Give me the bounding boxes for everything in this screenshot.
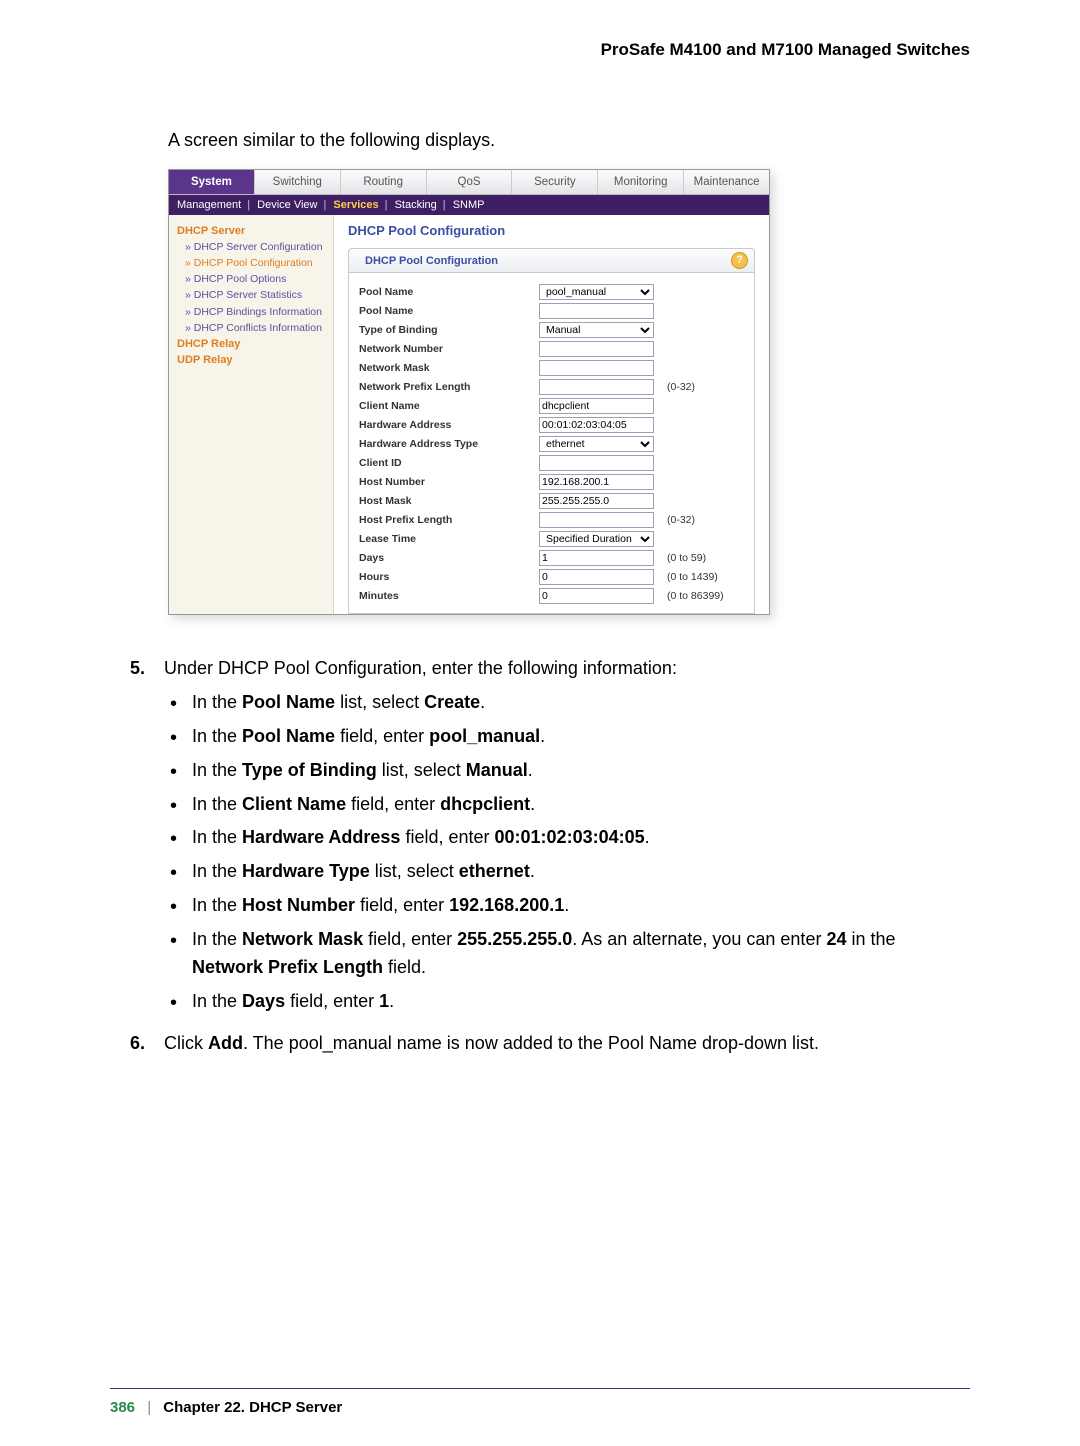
tab-routing[interactable]: Routing	[341, 170, 427, 194]
step-5-lead: Under DHCP Pool Configuration, enter the…	[164, 658, 677, 678]
note-days: (0 to 59)	[667, 552, 706, 564]
lbl-pool-name: Pool Name	[359, 286, 539, 298]
footer: 386 | Chapter 22. DHCP Server	[110, 1399, 970, 1416]
in-pool-name[interactable]	[539, 303, 654, 319]
subnav-device-view[interactable]: Device View	[257, 199, 317, 211]
bullet-8: In the Network Mask field, enter 255.255…	[164, 926, 970, 982]
sub-nav: Management| Device View| Services| Stack…	[169, 195, 769, 215]
page-number: 386	[110, 1399, 135, 1416]
bullet-9: In the Days field, enter 1.	[164, 988, 970, 1016]
note-host-pfx: (0-32)	[667, 514, 695, 526]
side-sec-dhcp-relay[interactable]: DHCP Relay	[177, 338, 327, 350]
bullet-2: In the Pool Name field, enter pool_manua…	[164, 723, 970, 751]
bullet-1: In the Pool Name list, select Create.	[164, 689, 970, 717]
subnav-snmp[interactable]: SNMP	[453, 199, 485, 211]
in-host-mask[interactable]	[539, 493, 654, 509]
subnav-services[interactable]: Services	[333, 199, 378, 211]
in-days[interactable]	[539, 550, 654, 566]
lbl-binding: Type of Binding	[359, 324, 539, 336]
side-link-bindings[interactable]: » DHCP Bindings Information	[185, 306, 327, 319]
lbl-net-mask: Network Mask	[359, 362, 539, 374]
in-hours[interactable]	[539, 569, 654, 585]
lbl-mins: Minutes	[359, 590, 539, 602]
side-link-pool-config[interactable]: » DHCP Pool Configuration	[185, 257, 327, 270]
note-mins: (0 to 86399)	[667, 590, 724, 602]
note-hours: (0 to 1439)	[667, 571, 718, 583]
lbl-hw-type: Hardware Address Type	[359, 438, 539, 450]
in-client-id[interactable]	[539, 455, 654, 471]
panel-header: DHCP Pool Configuration ?	[348, 248, 755, 273]
intro-text: A screen similar to the following displa…	[168, 130, 970, 151]
screenshot-panel: System Switching Routing QoS Security Mo…	[168, 169, 770, 615]
sel-hw-type[interactable]: ethernet	[539, 436, 654, 452]
tab-switching[interactable]: Switching	[255, 170, 341, 194]
in-client-name[interactable]	[539, 398, 654, 414]
instructions: 5. Under DHCP Pool Configuration, enter …	[130, 655, 970, 1058]
step-6: 6. Click Add. The pool_manual name is no…	[130, 1030, 970, 1058]
lbl-host-num: Host Number	[359, 476, 539, 488]
subnav-management[interactable]: Management	[177, 199, 241, 211]
bullet-5: In the Hardware Address field, enter 00:…	[164, 824, 970, 852]
side-sec-udp-relay[interactable]: UDP Relay	[177, 354, 327, 366]
lbl-lease: Lease Time	[359, 533, 539, 545]
content-area: DHCP Pool Configuration DHCP Pool Config…	[334, 215, 769, 614]
panel-title: DHCP Pool Configuration	[355, 255, 731, 267]
tab-monitoring[interactable]: Monitoring	[598, 170, 684, 194]
help-icon[interactable]: ?	[731, 252, 748, 269]
in-host-pfx[interactable]	[539, 512, 654, 528]
sel-pool-name[interactable]: pool_manual	[539, 284, 654, 300]
chapter-label: Chapter 22. DHCP Server	[163, 1399, 342, 1416]
tab-maintenance[interactable]: Maintenance	[684, 170, 769, 194]
lbl-client-id: Client ID	[359, 457, 539, 469]
in-net-pfx[interactable]	[539, 379, 654, 395]
lbl-host-mask: Host Mask	[359, 495, 539, 507]
side-link-server-config[interactable]: » DHCP Server Configuration	[185, 241, 327, 254]
doc-title: ProSafe M4100 and M7100 Managed Switches	[110, 40, 970, 60]
tab-system[interactable]: System	[169, 170, 255, 194]
in-host-num[interactable]	[539, 474, 654, 490]
sel-lease[interactable]: Specified Duration	[539, 531, 654, 547]
footer-rule	[110, 1388, 970, 1389]
note-net-pfx: (0-32)	[667, 381, 695, 393]
bullet-6: In the Hardware Type list, select ethern…	[164, 858, 970, 886]
tab-security[interactable]: Security	[512, 170, 598, 194]
in-net-mask[interactable]	[539, 360, 654, 376]
lbl-pool-name2: Pool Name	[359, 305, 539, 317]
step-5-num: 5.	[130, 655, 164, 1022]
in-mins[interactable]	[539, 588, 654, 604]
footer-sep: |	[147, 1399, 151, 1416]
step-6-num: 6.	[130, 1030, 164, 1058]
lbl-hw-addr: Hardware Address	[359, 419, 539, 431]
sidebar: DHCP Server » DHCP Server Configuration …	[169, 215, 334, 614]
step-5: 5. Under DHCP Pool Configuration, enter …	[130, 655, 970, 1022]
tab-qos[interactable]: QoS	[427, 170, 513, 194]
side-sec-dhcp-server[interactable]: DHCP Server	[177, 225, 327, 237]
lbl-host-pfx: Host Prefix Length	[359, 514, 539, 526]
side-link-conflicts[interactable]: » DHCP Conflicts Information	[185, 322, 327, 335]
lbl-hours: Hours	[359, 571, 539, 583]
subnav-stacking[interactable]: Stacking	[395, 199, 437, 211]
sel-binding[interactable]: Manual	[539, 322, 654, 338]
bullet-4: In the Client Name field, enter dhcpclie…	[164, 791, 970, 819]
in-net-num[interactable]	[539, 341, 654, 357]
lbl-net-pfx: Network Prefix Length	[359, 381, 539, 393]
lbl-net-num: Network Number	[359, 343, 539, 355]
top-tabs: System Switching Routing QoS Security Mo…	[169, 170, 769, 195]
lbl-client-name: Client Name	[359, 400, 539, 412]
bullet-7: In the Host Number field, enter 192.168.…	[164, 892, 970, 920]
bullet-3: In the Type of Binding list, select Manu…	[164, 757, 970, 785]
content-title: DHCP Pool Configuration	[348, 223, 755, 238]
side-link-server-stats[interactable]: » DHCP Server Statistics	[185, 289, 327, 302]
lbl-days: Days	[359, 552, 539, 564]
panel-body: Pool Namepool_manual Pool Name Type of B…	[348, 273, 755, 614]
in-hw-addr[interactable]	[539, 417, 654, 433]
side-link-pool-options[interactable]: » DHCP Pool Options	[185, 273, 327, 286]
